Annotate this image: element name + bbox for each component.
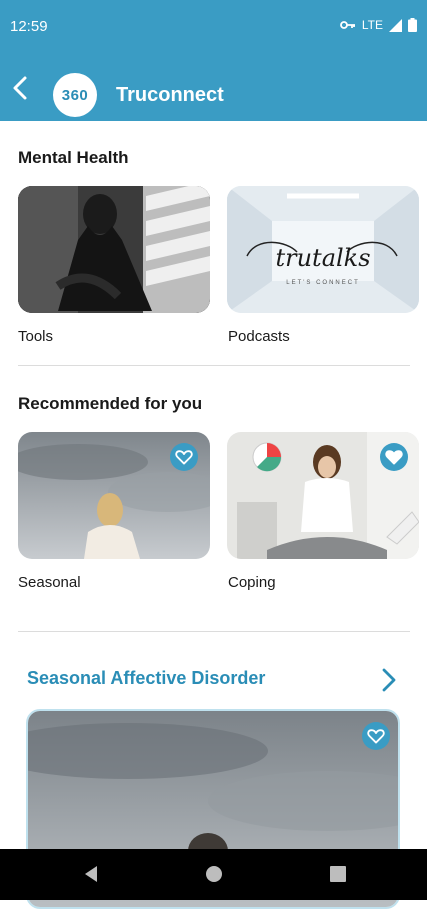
chevron-right-icon[interactable] xyxy=(378,667,400,693)
seasonal-label[interactable]: Seasonal xyxy=(18,574,81,591)
podcasts-image-title: trutalks xyxy=(275,244,371,272)
coping-label[interactable]: Coping xyxy=(228,574,276,591)
status-bar: 12:59 LTE xyxy=(0,0,427,55)
nav-home-icon[interactable] xyxy=(203,863,225,885)
sad-favorite-button[interactable] xyxy=(362,722,390,750)
podcasts-card[interactable]: trutalks LET'S CONNECT xyxy=(227,186,419,313)
sad-section-title[interactable]: Seasonal Affective Disorder xyxy=(27,668,265,689)
heart-icon xyxy=(367,729,385,744)
seasonal-card[interactable] xyxy=(18,432,210,559)
heart-icon xyxy=(175,450,193,465)
divider xyxy=(18,365,410,366)
section-title-mental-health: Mental Health xyxy=(18,148,129,167)
key-icon xyxy=(339,21,355,29)
coping-card[interactable] xyxy=(227,432,419,559)
battery-icon xyxy=(408,18,417,32)
podcasts-image-subtitle: LET'S CONNECT xyxy=(286,280,360,286)
nav-back-icon[interactable] xyxy=(80,863,102,885)
coping-favorite-button[interactable] xyxy=(380,443,408,471)
tools-card-image xyxy=(18,186,210,313)
back-arrow-icon[interactable] xyxy=(8,75,34,101)
status-time: 12:59 xyxy=(10,18,48,35)
section-title-recommended: Recommended for you xyxy=(18,394,203,413)
seasonal-favorite-button[interactable] xyxy=(170,443,198,471)
nav-recents-icon[interactable] xyxy=(327,863,349,885)
status-icons: LTE xyxy=(339,18,417,32)
podcasts-label[interactable]: Podcasts xyxy=(228,328,290,345)
tools-label[interactable]: Tools xyxy=(18,328,53,345)
tools-card[interactable] xyxy=(18,186,210,313)
heart-icon xyxy=(385,450,403,465)
app-title: Truconnect xyxy=(116,84,224,106)
network-label: LTE xyxy=(361,18,383,32)
app-logo: 360 xyxy=(53,73,97,117)
system-nav-bar xyxy=(0,849,427,900)
divider xyxy=(18,631,410,632)
signal-icon xyxy=(389,18,402,32)
